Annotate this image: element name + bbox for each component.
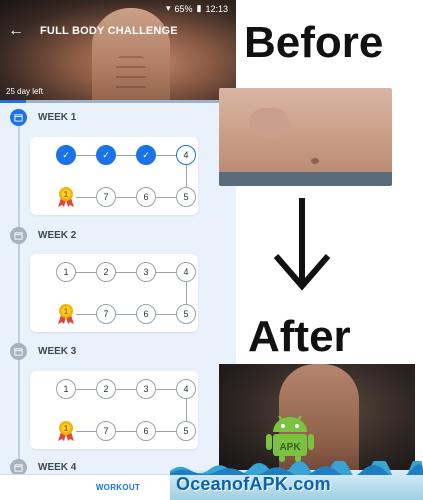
wave-graphic xyxy=(170,461,423,475)
android-apk-logo: APK xyxy=(266,415,314,462)
day-connector xyxy=(156,431,176,433)
week-2-card: 12341765 xyxy=(30,254,198,332)
hero-header: ▾ 65% ▮ 12:13 ← FULL BODY CHALLENGE 25 d… xyxy=(0,0,236,103)
week-1-label: WEEK 1 xyxy=(38,112,77,123)
day-circle[interactable]: 2 xyxy=(96,262,116,282)
svg-text:1: 1 xyxy=(64,424,69,433)
day-circle[interactable]: 4 xyxy=(176,379,196,399)
challenge-progress-bar xyxy=(0,100,236,103)
before-heading: Before xyxy=(244,18,384,67)
svg-text:1: 1 xyxy=(64,190,69,199)
day-circle[interactable]: 2 xyxy=(96,379,116,399)
app-screen: ▾ 65% ▮ 12:13 ← FULL BODY CHALLENGE 25 d… xyxy=(0,0,236,500)
day-circle[interactable]: 1 xyxy=(56,262,76,282)
battery-icon: ▮ xyxy=(196,3,202,13)
day-connector xyxy=(116,272,136,274)
trophy-medal-icon: 1 xyxy=(58,304,74,324)
day-connector xyxy=(186,282,188,304)
week-1-card: ✓ ✓ ✓ 4 1 7 6 5 xyxy=(30,137,198,215)
day-connector xyxy=(156,155,176,157)
battery-level: 65% xyxy=(174,3,193,14)
challenge-progress-fill xyxy=(0,100,26,103)
week-3-calendar-icon xyxy=(10,343,27,360)
apk-badge-text: APK xyxy=(279,442,301,453)
svg-text:1: 1 xyxy=(64,307,69,316)
days-left-label: 25 day left xyxy=(6,87,43,96)
before-photo xyxy=(219,88,392,186)
day-connector xyxy=(76,431,96,433)
signal-icon: ▾ xyxy=(165,3,171,13)
watermark-text: OceanofAPK.com xyxy=(176,474,331,494)
trophy-medal-icon: 1 xyxy=(58,421,74,441)
clock: 12:13 xyxy=(205,3,228,14)
day-circle[interactable]: 6 xyxy=(136,421,156,441)
day-circle[interactable]: 7 xyxy=(96,304,116,324)
day-connector xyxy=(186,165,188,187)
timeline-line xyxy=(18,118,20,478)
week-4-label: WEEK 4 xyxy=(38,462,77,473)
day-connector xyxy=(116,197,136,199)
back-arrow-icon[interactable]: ← xyxy=(8,22,24,40)
day-circle[interactable]: 5 xyxy=(176,421,196,441)
day-completed-check[interactable]: ✓ xyxy=(56,145,76,165)
day-circle[interactable]: 4 xyxy=(176,262,196,282)
week-2-label: WEEK 2 xyxy=(38,230,77,241)
day-connector xyxy=(186,399,188,421)
after-heading: After xyxy=(248,312,351,361)
day-circle[interactable]: 6 xyxy=(136,304,156,324)
day-circle[interactable]: 7 xyxy=(96,421,116,441)
day-connector xyxy=(76,155,96,157)
day-connector xyxy=(76,389,96,391)
day-connector xyxy=(76,272,96,274)
after-photo: APK xyxy=(219,364,415,476)
day-connector xyxy=(116,389,136,391)
day-circle[interactable]: 5 xyxy=(176,304,196,324)
day-completed-check[interactable]: ✓ xyxy=(136,145,156,165)
day-connector xyxy=(156,272,176,274)
page-title: FULL BODY CHALLENGE xyxy=(40,25,178,37)
day-circle[interactable]: 1 xyxy=(56,379,76,399)
day-connector xyxy=(156,197,176,199)
week-2-calendar-icon xyxy=(10,227,27,244)
day-circle[interactable]: 5 xyxy=(176,187,196,207)
day-circle[interactable]: 6 xyxy=(136,187,156,207)
day-connector xyxy=(156,389,176,391)
week-3-card: 12341765 xyxy=(30,371,198,449)
week-3-label: WEEK 3 xyxy=(38,346,77,357)
day-connector xyxy=(116,314,136,316)
day-connector xyxy=(116,431,136,433)
day-connector xyxy=(76,197,96,199)
day-circle[interactable]: 3 xyxy=(136,262,156,282)
down-arrow-icon xyxy=(273,198,331,291)
day-connector xyxy=(116,155,136,157)
day-connector xyxy=(156,314,176,316)
day-circle[interactable]: 4 xyxy=(176,145,196,165)
status-bar: ▾ 65% ▮ 12:13 xyxy=(166,3,228,14)
day-connector xyxy=(76,314,96,316)
week-1-calendar-icon xyxy=(10,109,27,126)
day-circle[interactable]: 7 xyxy=(96,187,116,207)
day-circle[interactable]: 3 xyxy=(136,379,156,399)
trophy-medal-icon: 1 xyxy=(58,187,74,207)
workout-button[interactable]: WORKOUT xyxy=(96,483,140,492)
day-completed-check[interactable]: ✓ xyxy=(96,145,116,165)
